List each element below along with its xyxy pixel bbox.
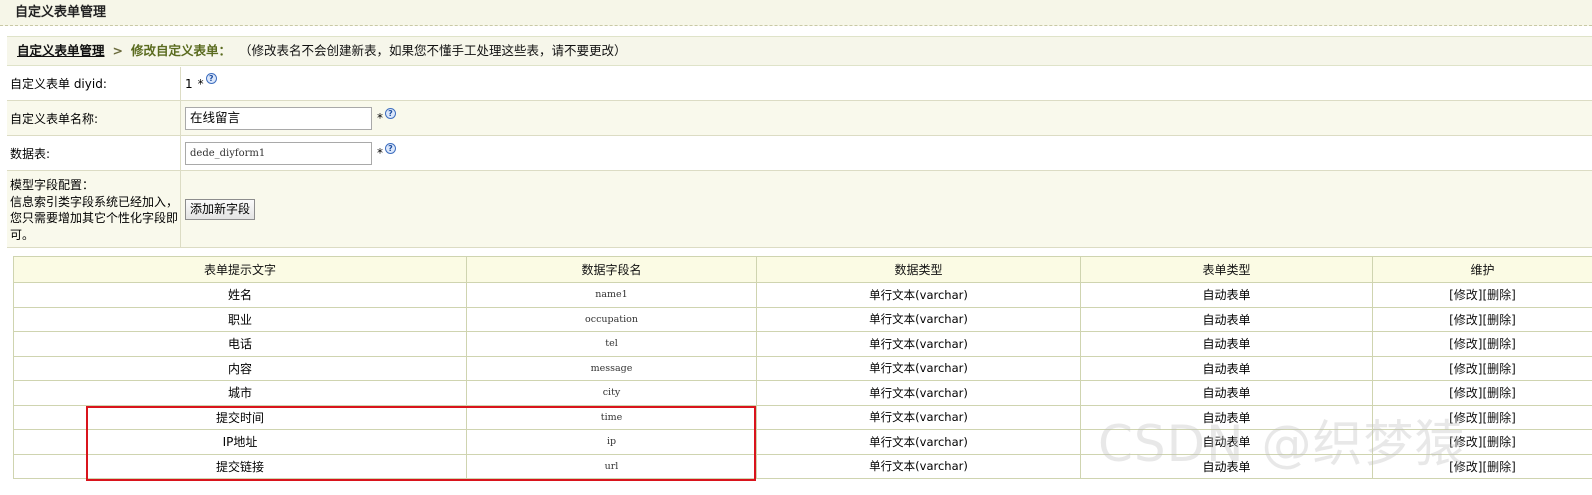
diyid-label: 自定义表单 diyid: xyxy=(7,67,181,100)
breadcrumb-separator: > xyxy=(112,43,123,58)
table-row: IP地址 ip 单行文本(varchar) 自动表单 [修改][删除] xyxy=(13,429,1592,455)
column-header-maintain: 维护 xyxy=(1372,256,1592,283)
fields-config-label-line: 可。 xyxy=(10,227,35,242)
cell-field-name: message xyxy=(466,355,757,381)
data-table-label: 数据表: xyxy=(7,136,181,170)
cell-field-name: city xyxy=(466,380,757,406)
form-row-fields-config: 模型字段配置： 信息索引类字段系统已经加入， 您只需要增加其它个性化字段即 可。… xyxy=(7,171,1592,248)
breadcrumb: 自定义表单管理 > 修改自定义表单： （修改表名不会创建新表，如果您不懂手工处理… xyxy=(7,36,1592,66)
cell-field-name: ip xyxy=(466,429,757,455)
diyid-value: 1 xyxy=(185,76,193,91)
breadcrumb-current: 修改自定义表单： xyxy=(130,43,231,58)
cell-actions: [修改][删除] xyxy=(1372,404,1592,430)
fields-config-label-line: 模型字段配置： xyxy=(10,178,95,192)
edit-link[interactable]: [修改] xyxy=(1449,460,1482,474)
edit-link[interactable]: [修改] xyxy=(1449,362,1482,376)
breadcrumb-link-form-manage[interactable]: 自定义表单管理 xyxy=(17,43,105,58)
cell-data-type: 单行文本(varchar) xyxy=(756,429,1081,455)
delete-link[interactable]: [删除] xyxy=(1483,288,1516,302)
column-header-form-type: 表单类型 xyxy=(1080,256,1373,283)
cell-data-type: 单行文本(varchar) xyxy=(756,404,1081,430)
table-row: 职业 occupation 单行文本(varchar) 自动表单 [修改][删除… xyxy=(13,306,1592,332)
delete-link[interactable]: [删除] xyxy=(1483,337,1516,351)
delete-link[interactable]: [删除] xyxy=(1483,411,1516,425)
edit-link[interactable]: [修改] xyxy=(1449,313,1482,327)
cell-label: 姓名 xyxy=(13,282,467,308)
data-table-input[interactable]: dede_diyform1 xyxy=(185,141,372,165)
cell-field-name: tel xyxy=(466,331,757,357)
cell-form-type: 自动表单 xyxy=(1080,355,1373,381)
delete-link[interactable]: [删除] xyxy=(1483,435,1516,449)
cell-data-type: 单行文本(varchar) xyxy=(756,306,1081,332)
cell-label: 提交时间 xyxy=(13,404,467,430)
fields-config-label-line: 您只需要增加其它个性化字段即 xyxy=(10,211,179,225)
form-name-input[interactable]: 在线留言 xyxy=(185,106,372,130)
edit-link[interactable]: [修改] xyxy=(1449,288,1482,302)
required-mark: * xyxy=(377,111,383,125)
fields-config-label: 模型字段配置： 信息索引类字段系统已经加入， 您只需要增加其它个性化字段即 可。 xyxy=(7,171,181,247)
table-row: 姓名 name1 单行文本(varchar) 自动表单 [修改][删除] xyxy=(13,282,1592,308)
breadcrumb-note: （修改表名不会创建新表，如果您不懂手工处理这些表，请不要更改） xyxy=(238,43,627,58)
fields-table: 表单提示文字 数据字段名 数据类型 表单类型 维护 姓名 name1 单行文本(… xyxy=(13,256,1592,479)
table-row: 提交时间 time 单行文本(varchar) 自动表单 [修改][删除] xyxy=(13,404,1592,430)
delete-link[interactable]: [删除] xyxy=(1483,313,1516,327)
help-icon[interactable]: ? xyxy=(385,107,396,119)
cell-data-type: 单行文本(varchar) xyxy=(756,380,1081,406)
delete-link[interactable]: [删除] xyxy=(1483,362,1516,376)
help-icon[interactable]: ? xyxy=(385,142,396,154)
edit-link[interactable]: [修改] xyxy=(1449,386,1482,400)
form-row-form-name: 自定义表单名称: 在线留言 * ? xyxy=(7,101,1592,136)
cell-label: IP地址 xyxy=(13,429,467,455)
required-mark: * xyxy=(197,76,204,91)
cell-label: 城市 xyxy=(13,380,467,406)
delete-link[interactable]: [删除] xyxy=(1483,386,1516,400)
cell-field-name: occupation xyxy=(466,306,757,332)
cell-label: 电话 xyxy=(13,331,467,357)
cell-field-name: time xyxy=(466,404,757,430)
cell-data-type: 单行文本(varchar) xyxy=(756,282,1081,308)
table-header-row: 表单提示文字 数据字段名 数据类型 表单类型 维护 xyxy=(13,256,1592,283)
delete-link[interactable]: [删除] xyxy=(1483,460,1516,474)
edit-link[interactable]: [修改] xyxy=(1449,435,1482,449)
cell-form-type: 自动表单 xyxy=(1080,429,1373,455)
cell-form-type: 自动表单 xyxy=(1080,282,1373,308)
cell-actions: [修改][删除] xyxy=(1372,331,1592,357)
cell-actions: [修改][删除] xyxy=(1372,429,1592,455)
add-field-button[interactable]: 添加新字段 xyxy=(185,198,256,220)
edit-link[interactable]: [修改] xyxy=(1449,337,1482,351)
column-header-label: 表单提示文字 xyxy=(13,256,467,283)
form-row-data-table: 数据表: dede_diyform1 * ? xyxy=(7,136,1592,171)
column-header-data-type: 数据类型 xyxy=(756,256,1081,283)
cell-form-type: 自动表单 xyxy=(1080,380,1373,406)
cell-form-type: 自动表单 xyxy=(1080,453,1373,479)
cell-actions: [修改][删除] xyxy=(1372,306,1592,332)
help-icon[interactable]: ? xyxy=(205,73,217,84)
cell-label: 职业 xyxy=(13,306,467,332)
cell-actions: [修改][删除] xyxy=(1372,453,1592,479)
cell-form-type: 自动表单 xyxy=(1080,331,1373,357)
form-row-diyid: 自定义表单 diyid: 1 * ? xyxy=(7,67,1592,101)
cell-actions: [修改][删除] xyxy=(1372,380,1592,406)
table-row: 提交链接 url 单行文本(varchar) 自动表单 [修改][删除] xyxy=(13,453,1592,479)
cell-form-type: 自动表单 xyxy=(1080,404,1373,430)
form-name-label: 自定义表单名称: xyxy=(7,101,181,135)
cell-field-name: name1 xyxy=(466,282,757,308)
cell-data-type: 单行文本(varchar) xyxy=(756,453,1081,479)
cell-actions: [修改][删除] xyxy=(1372,282,1592,308)
cell-form-type: 自动表单 xyxy=(1080,306,1373,332)
column-header-field: 数据字段名 xyxy=(466,256,757,283)
cell-label: 内容 xyxy=(13,355,467,381)
cell-data-type: 单行文本(varchar) xyxy=(756,331,1081,357)
required-mark: * xyxy=(377,146,383,160)
cell-field-name: url xyxy=(466,453,757,479)
cell-label: 提交链接 xyxy=(13,453,467,479)
table-row: 城市 city 单行文本(varchar) 自动表单 [修改][删除] xyxy=(13,380,1592,406)
cell-data-type: 单行文本(varchar) xyxy=(756,355,1081,381)
fields-config-label-line: 信息索引类字段系统已经加入， xyxy=(10,194,179,209)
cell-actions: [修改][删除] xyxy=(1372,355,1592,381)
table-row: 内容 message 单行文本(varchar) 自动表单 [修改][删除] xyxy=(13,355,1592,381)
page-title: 自定义表单管理 xyxy=(0,0,1592,26)
table-row: 电话 tel 单行文本(varchar) 自动表单 [修改][删除] xyxy=(13,331,1592,357)
edit-link[interactable]: [修改] xyxy=(1449,411,1482,425)
